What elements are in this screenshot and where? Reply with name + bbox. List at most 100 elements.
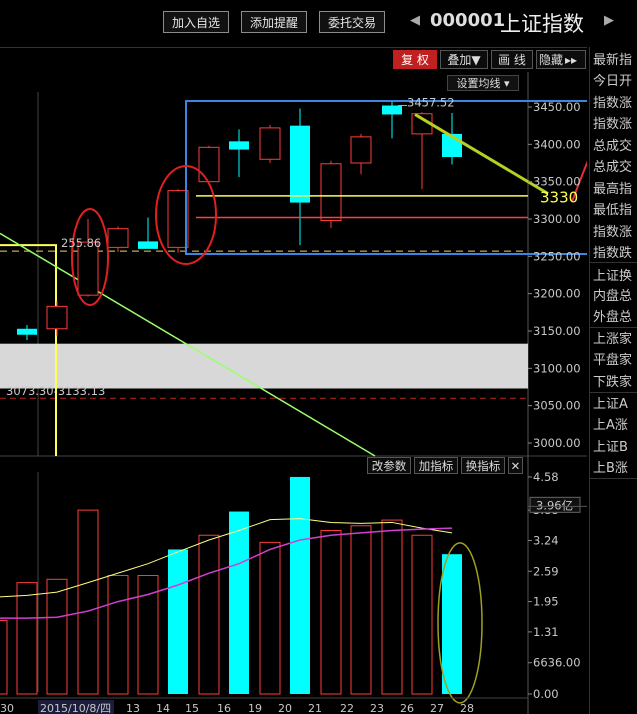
next-stock-icon[interactable]: ▶ — [604, 13, 614, 28]
price-tick-label: 3050.00 — [533, 399, 581, 413]
price-tick-label: 3450.00 — [533, 100, 581, 114]
right-panel-divider — [590, 327, 637, 328]
right-panel-divider — [590, 262, 637, 263]
right-panel-item: 平盘家 — [593, 353, 633, 368]
right-panel-item: 最低指 — [593, 203, 633, 218]
volume-bar — [259, 541, 281, 695]
candle-body — [198, 146, 220, 183]
date-label: 28 — [460, 702, 474, 714]
volume-bar — [320, 530, 342, 695]
change-param-button[interactable]: 改参数 — [367, 457, 411, 474]
date-label: 19 — [248, 702, 262, 714]
date-label: 27 — [430, 702, 444, 714]
volume-tick-label: 0.00 — [533, 687, 559, 701]
draw-line-button[interactable]: 画 线 — [491, 50, 533, 69]
date-label: 21 — [308, 702, 322, 714]
candle-body — [46, 305, 68, 330]
volume-tick-label: 1.95 — [533, 595, 559, 609]
volume-bar — [107, 575, 129, 695]
volume-bar — [46, 578, 68, 695]
candle-body — [320, 163, 342, 221]
candle-body — [290, 125, 310, 203]
right-panel-item: 上证换 — [593, 269, 633, 284]
fuquan-button[interactable]: 复 权 — [393, 50, 437, 69]
add-indicator-button[interactable]: 加指标 — [414, 457, 458, 474]
volume-badge: 3.96亿 — [536, 498, 573, 512]
date-label: 15 — [185, 702, 199, 714]
overlay-button[interactable]: 叠加▼ — [440, 50, 488, 69]
double-chevron-right-icon: ▸▸ — [565, 53, 578, 67]
top-toolbar: 加入自选 添加提醒 委托交易 ◀ 000001 上证指数 ▶ — [0, 0, 637, 46]
right-panel-item: 上B涨 — [593, 461, 628, 476]
volume-bar — [137, 575, 159, 695]
volume-bar — [0, 620, 8, 695]
volume-bar — [168, 549, 188, 694]
price-tick-label: 3350.00 — [533, 175, 581, 189]
right-panel-divider — [590, 392, 637, 393]
add-alert-button[interactable]: 添加提醒 — [241, 11, 307, 33]
stock-name: 上证指数 — [500, 12, 584, 36]
stock-code: 000001 — [430, 10, 506, 31]
right-panel-item: 最新指 — [593, 53, 633, 68]
right-panel-item: 指数涨 — [593, 96, 633, 111]
hide-button[interactable]: 隐藏 ▸▸ — [536, 50, 586, 69]
candle-body — [77, 241, 99, 296]
kline-chart[interactable]: 3073.30-3133.133457.52255.8633303450.003… — [0, 72, 587, 714]
entrust-trade-button[interactable]: 委托交易 — [319, 11, 385, 33]
date-label: 20 — [278, 702, 292, 714]
date-label: 23 — [370, 702, 384, 714]
volume-bar — [381, 519, 403, 695]
candle-body — [229, 141, 249, 150]
price-tick-label: 3200.00 — [533, 287, 581, 301]
prev-stock-icon[interactable]: ◀ — [410, 13, 420, 28]
price-tick-label: 3300.00 — [533, 212, 581, 226]
chart-toolbar: 复 权 叠加▼ 画 线 隐藏 ▸▸ — [0, 47, 587, 72]
price-tick-label: 3250.00 — [533, 249, 581, 263]
right-panel-item: 下跌家 — [593, 375, 633, 390]
right-panel-item: 今日开 — [593, 74, 633, 89]
high-price-label: 3457.52 — [407, 95, 455, 109]
right-panel-divider — [590, 478, 637, 479]
volume-tick-label: 6636.00 — [533, 656, 581, 670]
left-value-label: 255.86 — [61, 236, 101, 250]
candle-body — [259, 127, 281, 160]
volume-tick-label: 1.31 — [533, 625, 559, 639]
volume-bar — [350, 525, 372, 695]
candle-body — [138, 241, 158, 249]
date-label: 16 — [217, 702, 231, 714]
date-label: 14 — [156, 702, 170, 714]
right-panel-item: 上证A — [593, 397, 628, 412]
switch-indicator-button[interactable]: 换指标 — [461, 457, 505, 474]
candle-body — [107, 228, 129, 248]
volume-bar — [229, 511, 249, 694]
add-watchlist-button[interactable]: 加入自选 — [163, 11, 229, 33]
volume-tick-label: 2.59 — [533, 564, 559, 578]
price-tick-label: 3400.00 — [533, 137, 581, 151]
price-tick-label: 3000.00 — [533, 436, 581, 450]
right-panel-item: 指数涨 — [593, 117, 633, 132]
volume-bar — [16, 582, 38, 695]
volume-bar — [290, 476, 310, 694]
date-label: 22 — [340, 702, 354, 714]
candle-body — [350, 136, 372, 164]
right-panel-item: 总成交 — [593, 160, 633, 175]
right-panel-item: 上涨家 — [593, 332, 633, 347]
date-label: 30 — [0, 702, 14, 714]
close-indicator-icon[interactable]: ✕ — [508, 457, 523, 474]
right-panel-item: 最高指 — [593, 182, 633, 197]
price-tick-label: 3150.00 — [533, 324, 581, 338]
price-tick-label: 3100.00 — [533, 361, 581, 375]
blue-box — [185, 100, 587, 255]
right-panel-item: 上证B — [593, 440, 628, 455]
right-panel-item: 内盘总 — [593, 289, 633, 304]
gray-band — [0, 343, 528, 389]
volume-bar — [198, 534, 220, 695]
target-price-label: 3330 — [540, 189, 578, 207]
date-label: 26 — [400, 702, 414, 714]
right-panel-item: 外盘总 — [593, 310, 633, 325]
candle-body — [382, 105, 402, 115]
volume-bar — [411, 534, 433, 695]
date-label: 2015/10/8/四 — [40, 702, 111, 714]
right-panel-item: 指数涨 — [593, 225, 633, 240]
volume-bar — [442, 554, 462, 694]
